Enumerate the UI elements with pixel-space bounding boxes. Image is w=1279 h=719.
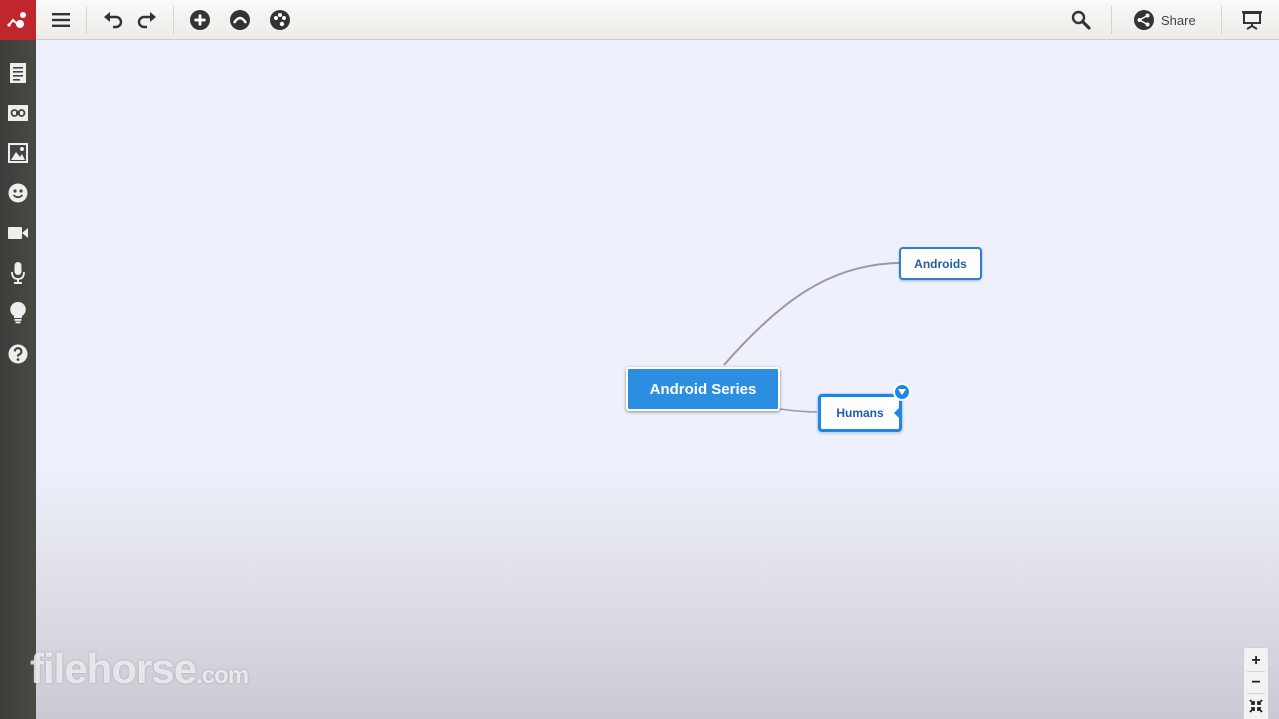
palette-button[interactable] xyxy=(267,6,293,34)
caret-down-icon xyxy=(898,389,906,395)
search-button[interactable] xyxy=(1068,6,1094,34)
style-button[interactable] xyxy=(227,6,253,34)
toolbar-divider xyxy=(1111,6,1112,34)
toolbar-divider xyxy=(86,6,87,34)
node-label: Humans xyxy=(836,406,884,420)
undo-button[interactable] xyxy=(100,6,126,34)
link-icon xyxy=(8,105,28,121)
node-label: Androids xyxy=(914,256,967,271)
present-icon xyxy=(1242,11,1262,30)
zoom-out-label: − xyxy=(1251,674,1261,691)
zoom-divider xyxy=(1247,693,1265,694)
microphone-icon xyxy=(11,262,25,284)
zoom-in-label: + xyxy=(1251,652,1261,669)
mindmap-canvas[interactable]: Android Series Androids Humans xyxy=(36,40,1279,719)
share-button[interactable]: Share xyxy=(1133,6,1205,34)
notes-button[interactable] xyxy=(4,59,32,87)
palette-icon xyxy=(270,10,290,30)
idea-icon xyxy=(10,302,26,324)
node-options-button[interactable] xyxy=(893,383,911,401)
add-node-icon xyxy=(190,10,210,30)
share-icon xyxy=(1134,10,1154,30)
style-icon xyxy=(230,10,250,30)
redo-button[interactable] xyxy=(134,6,160,34)
connector-humans xyxy=(779,408,819,413)
toolbar-divider xyxy=(173,6,174,34)
emoji-button[interactable] xyxy=(4,179,32,207)
help-icon xyxy=(8,344,28,364)
menu-button[interactable] xyxy=(48,6,74,34)
redo-icon xyxy=(137,12,156,29)
notes-icon xyxy=(10,63,26,83)
top-toolbar: Share xyxy=(0,0,1279,40)
connector-androids xyxy=(723,262,900,366)
zoom-controls: + − xyxy=(1243,647,1269,719)
mindmap-node-androids[interactable]: Androids xyxy=(899,247,982,280)
menu-icon xyxy=(52,13,70,27)
fit-to-screen-button[interactable] xyxy=(1244,695,1268,717)
app-logo[interactable] xyxy=(0,0,36,40)
zoom-out-button[interactable]: − xyxy=(1244,672,1268,694)
selection-arrow xyxy=(894,408,899,418)
help-button[interactable] xyxy=(4,340,32,368)
image-icon xyxy=(8,143,28,163)
search-icon xyxy=(1071,10,1091,30)
mindmap-node-humans[interactable]: Humans xyxy=(818,394,902,432)
present-button[interactable] xyxy=(1239,6,1265,34)
root-node-label: Android Series xyxy=(649,380,757,398)
video-button[interactable] xyxy=(4,219,32,247)
watermark-domain: .com xyxy=(196,662,249,689)
watermark: filehorse .com xyxy=(30,645,249,692)
undo-icon xyxy=(104,12,123,29)
collapse-icon xyxy=(1249,699,1263,713)
video-icon xyxy=(8,227,28,239)
link-button[interactable] xyxy=(4,99,32,127)
image-button[interactable] xyxy=(4,139,32,167)
share-label: Share xyxy=(1161,12,1196,28)
zoom-in-button[interactable]: + xyxy=(1244,650,1268,672)
left-sidebar xyxy=(0,40,36,719)
logo-icon xyxy=(7,12,26,28)
emoji-icon xyxy=(8,183,28,203)
audio-button[interactable] xyxy=(4,259,32,287)
add-node-button[interactable] xyxy=(187,6,213,34)
watermark-main: filehorse xyxy=(30,645,197,692)
idea-button[interactable] xyxy=(4,299,32,327)
toolbar-divider xyxy=(1221,6,1222,34)
mindmap-root-node[interactable]: Android Series xyxy=(626,367,780,411)
